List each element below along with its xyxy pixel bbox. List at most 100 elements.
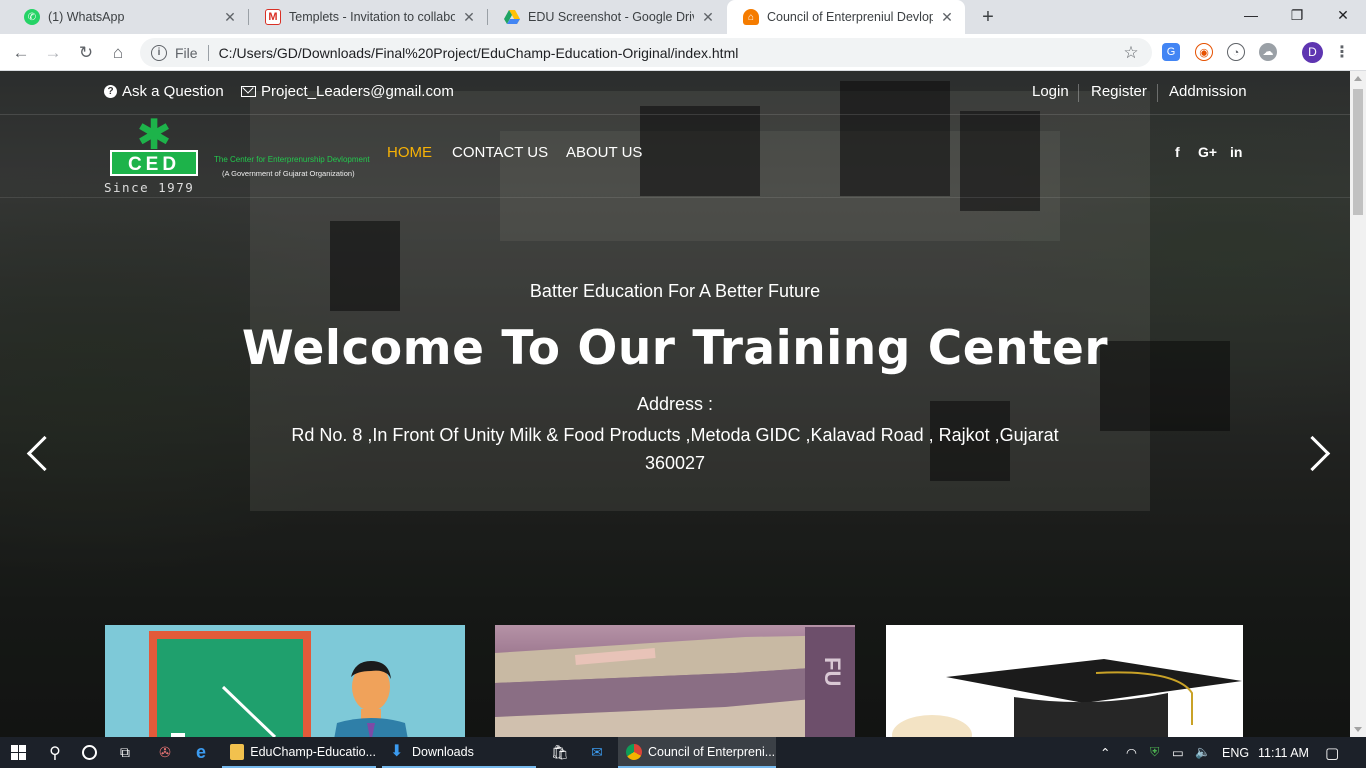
nav-home[interactable]: HOME (387, 144, 432, 161)
nav-about-us[interactable]: ABOUT US (566, 144, 642, 161)
bookmark-star-icon[interactable]: ☆ (1120, 43, 1142, 63)
profile-avatar[interactable]: D (1302, 42, 1323, 63)
back-arrow-icon[interactable]: ← (8, 40, 34, 66)
register-label: Register (1091, 83, 1147, 100)
folder-icon (230, 743, 245, 760)
mail-app-icon[interactable]: ✉ (582, 737, 612, 768)
clock-time[interactable]: 11:11 AM (1258, 737, 1309, 768)
feature-card-books[interactable]: FU (495, 625, 855, 737)
edge-browser-icon[interactable]: e (186, 737, 216, 768)
scrollbar-thumb[interactable] (1353, 89, 1363, 215)
tab-title: Council of Enterpreniul Devlopme (767, 10, 933, 24)
whatsapp-icon: ✆ (24, 9, 40, 25)
slider-next-arrow-icon[interactable] (1300, 431, 1330, 479)
ask-question-link[interactable]: ? Ask a Question (104, 83, 224, 100)
settings-app-icon[interactable]: ✇ (150, 737, 180, 768)
tab-google-drive[interactable]: EDU Screenshot - Google Drive ✕ (488, 0, 726, 34)
new-tab-button[interactable]: + (976, 5, 1000, 29)
battery-icon[interactable]: ▭ (1172, 737, 1184, 768)
tab-title: EDU Screenshot - Google Drive (528, 10, 694, 24)
tab-title: (1) WhatsApp (48, 10, 125, 24)
admission-link[interactable]: Addmission (1169, 83, 1247, 100)
address-bar[interactable]: i File C:/Users/GD/Downloads/Final%20Pro… (140, 38, 1152, 67)
scroll-up-arrow-icon[interactable] (1354, 76, 1362, 81)
url-text[interactable]: C:/Users/GD/Downloads/Final%20Project/Ed… (219, 45, 1120, 61)
taskbar-app-label: Downloads (412, 744, 474, 759)
tab-gmail[interactable]: M Templets - Invitation to collabora ✕ (249, 0, 487, 34)
speedometer-extension-icon[interactable]: ◔ (1227, 43, 1245, 61)
admission-label: Addmission (1169, 83, 1247, 100)
ask-question-label: Ask a Question (122, 83, 224, 100)
minimize-icon[interactable]: — (1228, 0, 1274, 30)
browser-toolbar: ← → ↻ ⌂ i File C:/Users/GD/Downloads/Fin… (0, 34, 1366, 71)
tab-whatsapp[interactable]: ✆ (1) WhatsApp ✕ (8, 0, 248, 34)
graduation-cap-image (892, 659, 1242, 737)
close-icon[interactable]: ✕ (939, 9, 955, 26)
forward-arrow-icon[interactable]: → (40, 40, 66, 66)
restore-icon[interactable]: ❐ (1274, 0, 1320, 30)
taskbar-app-downloads[interactable]: ⬇ Downloads (382, 737, 536, 768)
leaf-star-icon: ✱ (136, 111, 172, 158)
facebook-icon[interactable]: f (1175, 144, 1180, 160)
translate-extension-icon[interactable]: G (1162, 43, 1180, 61)
site-logo[interactable]: ✱ CED Since 1979 The Center for Enterpre… (104, 111, 370, 198)
books-stack-image: FU (495, 627, 855, 737)
linkedin-icon[interactable]: in (1230, 144, 1242, 160)
download-arrow-icon: ⬇ (390, 742, 404, 760)
feature-card-classroom[interactable] (105, 625, 465, 737)
google-plus-icon[interactable]: G+ (1198, 144, 1217, 160)
chrome-icon (626, 743, 642, 760)
windows-start-icon[interactable] (0, 737, 36, 768)
logo-subtagline: (A Government of Gujarat Organization) (222, 169, 355, 178)
gmail-icon: M (265, 9, 281, 25)
reload-icon[interactable]: ↻ (73, 40, 99, 66)
cortana-icon[interactable] (74, 737, 104, 768)
address-label: Address : (636, 394, 714, 414)
window-close-icon[interactable]: ✕ (1320, 0, 1366, 30)
extension-icon[interactable]: ◉ (1195, 43, 1213, 61)
taskbar-app-label: EduChamp-Educatio... (250, 744, 376, 759)
notifications-icon[interactable]: ▢ (1325, 737, 1339, 768)
hero-subtitle: Batter Education For A Better Future (529, 281, 821, 301)
wifi-icon[interactable]: ◠ (1126, 737, 1137, 768)
ced-logo-mark: ✱ CED (110, 111, 198, 178)
windows-taskbar: ⚲ ⧉ ✇ e EduChamp-Educatio... ⬇ Downloads… (0, 737, 1366, 768)
feature-card-graduation[interactable] (886, 625, 1243, 737)
google-drive-icon (504, 9, 520, 25)
scroll-down-arrow-icon[interactable] (1354, 727, 1362, 732)
close-icon[interactable]: ✕ (700, 9, 716, 26)
question-circle-icon: ? (104, 85, 117, 98)
language-indicator[interactable]: ENG (1222, 737, 1249, 768)
taskbar-app-explorer[interactable]: EduChamp-Educatio... (222, 737, 376, 768)
browser-tab-strip: ✆ (1) WhatsApp ✕ M Templets - Invitation… (0, 0, 1366, 34)
store-icon[interactable]: 🛍 (545, 737, 575, 768)
task-view-icon[interactable]: ⧉ (110, 737, 140, 768)
taskbar-app-label: Council of Enterpreni... (648, 744, 776, 759)
security-shield-icon[interactable]: ⛨ (1150, 737, 1159, 768)
tray-overflow-icon[interactable]: ⌃ (1100, 737, 1110, 768)
email-link[interactable]: Project_Leaders@gmail.com (241, 83, 454, 100)
envelope-icon (241, 86, 256, 97)
logo-since-text: Since 1979 (104, 180, 195, 195)
nav-contact-us[interactable]: CONTACT US (452, 144, 548, 161)
slider-prev-arrow-icon[interactable] (22, 431, 52, 479)
login-link[interactable]: Login (1032, 83, 1069, 100)
register-link[interactable]: Register (1091, 83, 1147, 100)
browser-menu-icon[interactable]: ⋮ (1334, 40, 1350, 66)
teacher-blackboard-illustration (149, 631, 408, 737)
email-label: Project_Leaders@gmail.com (261, 83, 454, 100)
search-icon[interactable]: ⚲ (40, 737, 70, 768)
close-icon[interactable]: ✕ (461, 9, 477, 26)
logo-letters: CED (110, 150, 198, 176)
close-icon[interactable]: ✕ (222, 9, 238, 26)
taskbar-app-chrome[interactable]: Council of Enterpreni... (618, 737, 776, 768)
tab-council-site[interactable]: ⌂ Council of Enterpreniul Devlopme ✕ (727, 0, 965, 34)
page-scrollbar[interactable] (1350, 71, 1366, 737)
cloud-extension-icon[interactable]: ☁ (1259, 43, 1277, 61)
home-icon[interactable]: ⌂ (105, 40, 131, 66)
main-navbar: ✱ CED Since 1979 The Center for Enterpre… (0, 111, 1350, 198)
info-icon[interactable]: i (151, 44, 167, 61)
svg-text:FU: FU (820, 657, 845, 686)
volume-icon[interactable]: 🔈 (1195, 737, 1211, 768)
top-info-bar: ? Ask a Question Project_Leaders@gmail.c… (0, 71, 1350, 115)
